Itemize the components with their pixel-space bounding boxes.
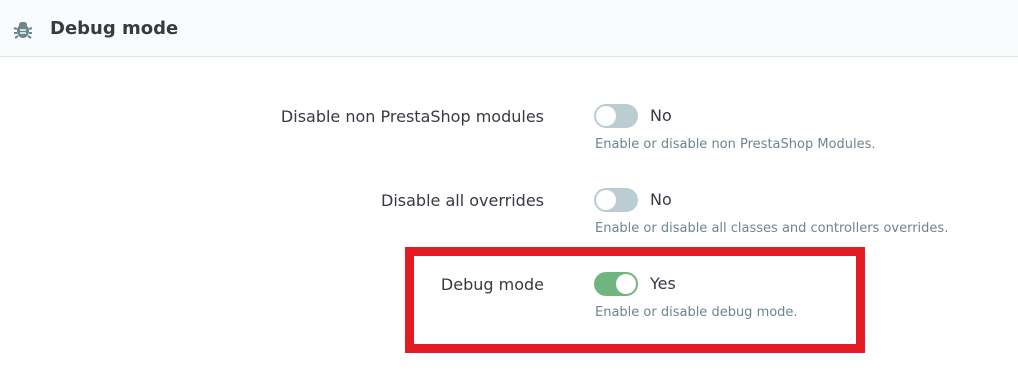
help-text: Enable or disable all classes and contro… bbox=[595, 221, 949, 236]
field-label-disable-all-overrides: Disable all overrides bbox=[381, 191, 544, 210]
toggle-knob bbox=[596, 190, 616, 210]
help-text: Enable or disable non PrestaShop Modules… bbox=[595, 137, 876, 152]
toggle-knob bbox=[616, 274, 636, 294]
toggle-disable-non-prestashop-modules[interactable] bbox=[594, 104, 638, 128]
toggle-debug-mode[interactable] bbox=[594, 272, 638, 296]
toggle-state-label: No bbox=[650, 190, 672, 209]
field-label-debug-mode: Debug mode bbox=[440, 275, 544, 294]
toggle-knob bbox=[596, 106, 616, 126]
help-text: Enable or disable debug mode. bbox=[595, 305, 798, 320]
field-label-disable-non-prestashop-modules: Disable non PrestaShop modules bbox=[280, 107, 544, 126]
toggle-state-label: Yes bbox=[650, 274, 676, 293]
page-title: Debug mode bbox=[50, 18, 179, 39]
bug-icon bbox=[13, 22, 33, 39]
toggle-state-label: No bbox=[650, 106, 672, 125]
toggle-disable-all-overrides[interactable] bbox=[594, 188, 638, 212]
highlight-annotation-box bbox=[405, 247, 865, 353]
card-header: Debug mode bbox=[0, 0, 1018, 57]
